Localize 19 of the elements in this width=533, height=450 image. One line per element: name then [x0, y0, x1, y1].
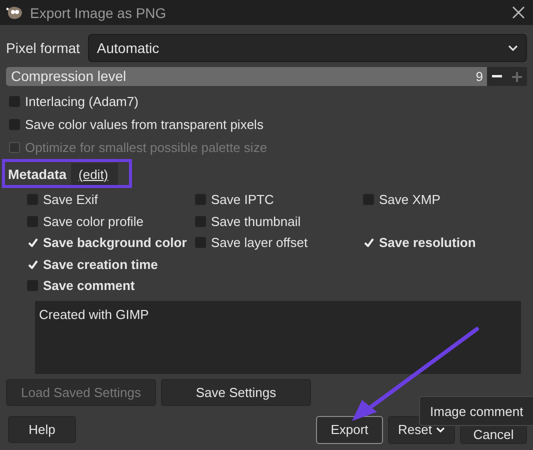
- checkbox-label: Save color values from transparent pixels: [25, 116, 264, 132]
- checkbox-label: Save color profile: [43, 214, 144, 229]
- checkbox-label: Save comment: [43, 278, 135, 294]
- checkbox-label: Save IPTC: [211, 192, 274, 208]
- checkbox-label: Save layer offset: [211, 235, 308, 250]
- checkbox-label: Save background color: [43, 235, 187, 250]
- checkbox-label: Save thumbnail: [211, 214, 301, 229]
- slider-label: Compression level: [11, 68, 126, 84]
- checkbox-label: Optimize for smallest possible palette size: [25, 140, 268, 154]
- tooltip: Image comment: [419, 396, 533, 426]
- field-label: Pixel format: [6, 40, 80, 56]
- checkbox-label: Save XMP: [379, 192, 440, 208]
- checkbox-label: Save resolution: [379, 235, 476, 250]
- section-heading: Metadata: [8, 166, 67, 182]
- window-title: Export Image as PNG: [30, 4, 168, 20]
- slider-value: 9: [476, 69, 483, 84]
- checkbox-label: Save creation time: [43, 256, 158, 272]
- checkbox-label: Save Exif: [43, 192, 98, 208]
- checkbox-label: Interlacing (Adam7): [25, 94, 138, 108]
